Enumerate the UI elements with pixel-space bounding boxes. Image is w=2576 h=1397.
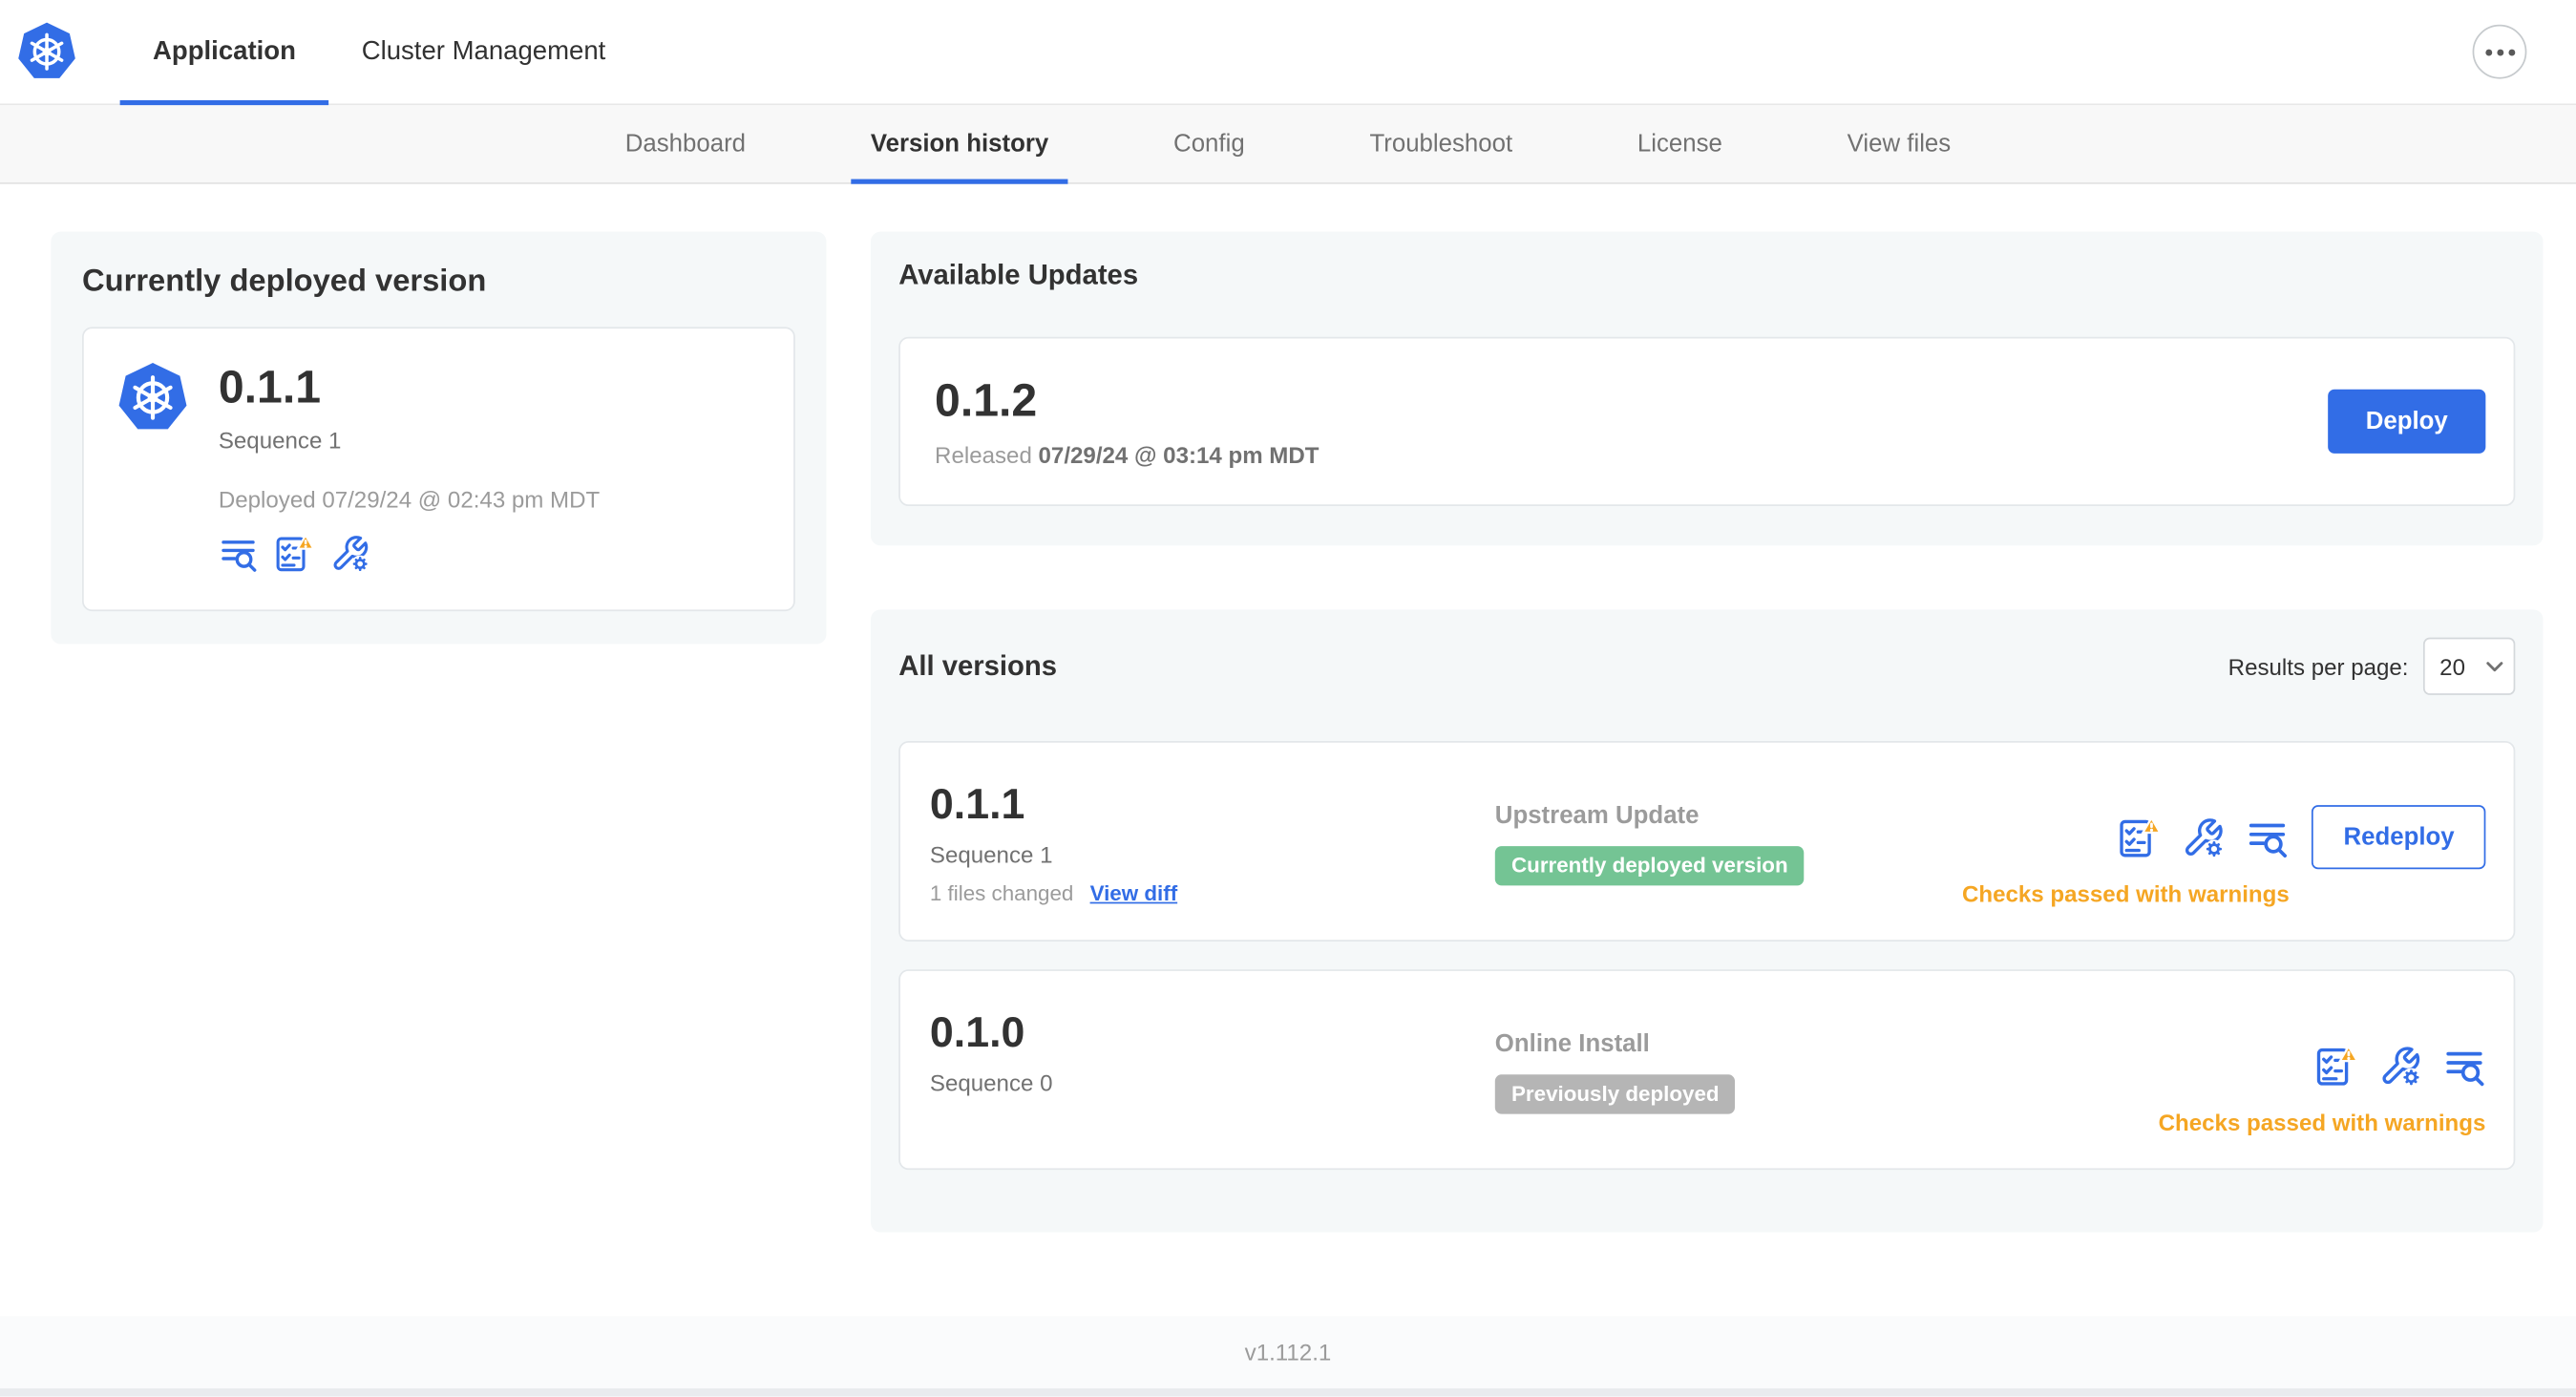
tab-cluster-management[interactable]: Cluster Management — [328, 0, 638, 103]
preflight-checks-warning-icon[interactable] — [2314, 1045, 2357, 1088]
app-subnav: Dashboard Version history Config Trouble… — [0, 105, 2576, 184]
available-updates-title: Available Updates — [898, 259, 1139, 291]
footer: v1.112.1 — [0, 1316, 2576, 1388]
version-actions: Checks passed with warnings — [2158, 1034, 2486, 1136]
subnav-view-files[interactable]: View files — [1827, 105, 1971, 182]
release-notes-icon[interactable] — [2247, 816, 2290, 859]
released-label: Released — [935, 442, 1032, 469]
release-notes-icon[interactable] — [2443, 1045, 2486, 1088]
bottom-edge — [0, 1387, 2576, 1397]
available-update-row: 0.1.2 Released 07/29/24 @ 03:14 pm MDT D… — [898, 336, 2516, 507]
current-version-actions — [219, 535, 761, 574]
update-info: 0.1.2 Released 07/29/24 @ 03:14 pm MDT — [935, 374, 1319, 468]
release-notes-icon[interactable] — [219, 535, 258, 574]
view-diff-link[interactable]: View diff — [1090, 881, 1178, 906]
released-date: 07/29/24 @ 03:14 pm MDT — [1038, 442, 1320, 469]
subnav-dashboard[interactable]: Dashboard — [605, 105, 766, 182]
top-nav-tabs: Application Cluster Management — [119, 0, 639, 106]
subnav-version-history[interactable]: Version history — [851, 105, 1069, 184]
left-column: Currently deployed version 0.1.1 Sequenc… — [51, 231, 827, 645]
tab-application[interactable]: Application — [119, 0, 329, 106]
update-released-timestamp: Released 07/29/24 @ 03:14 pm MDT — [935, 442, 1319, 469]
console-version: v1.112.1 — [1244, 1339, 1332, 1365]
results-per-page-select[interactable]: 20 — [2422, 637, 2516, 696]
version-actions: Checks passed with warnings Redeploy — [1962, 805, 2486, 907]
redeploy-button[interactable]: Redeploy — [2312, 805, 2486, 870]
version-info: 0.1.0 Sequence 0 — [930, 1007, 1495, 1096]
edit-config-icon[interactable] — [330, 535, 370, 574]
ellipsis-dot — [2496, 48, 2503, 55]
checks-column: Checks passed with warnings — [1962, 805, 2290, 907]
row-version-number: 0.1.1 — [929, 778, 1025, 829]
top-nav: Application Cluster Management — [0, 0, 2576, 106]
row-files: 1 files changed View diff — [930, 881, 1495, 906]
available-updates-card: Available Updates 0.1.2 Released 07/29/2… — [870, 231, 2544, 546]
all-versions-card: All versions Results per page: 20 0.1.1 … — [870, 609, 2544, 1233]
right-column: Available Updates 0.1.2 Released 07/29/2… — [870, 231, 2544, 1233]
all-versions-header: All versions Results per page: 20 — [898, 637, 2516, 696]
current-version-deployed-timestamp: Deployed 07/29/24 @ 02:43 pm MDT — [218, 486, 601, 514]
preflight-checks-warning-icon[interactable] — [2119, 816, 2162, 859]
version-action-icons — [2314, 1034, 2485, 1098]
current-version-number: 0.1.1 — [218, 361, 322, 413]
source-label: Online Install — [1494, 1030, 1650, 1059]
results-per-page-select-wrap: 20 — [2422, 637, 2516, 696]
edit-config-icon[interactable] — [2379, 1045, 2422, 1088]
brand[interactable] — [0, 0, 77, 103]
deploy-button[interactable]: Deploy — [2328, 389, 2486, 455]
app-window: Application Cluster Management Dashboard… — [0, 0, 2576, 1397]
row-sequence: Sequence 0 — [929, 1069, 1053, 1097]
preflight-checks-warning-icon[interactable] — [274, 535, 313, 574]
version-action-icons — [2119, 805, 2290, 869]
version-info: 0.1.1 Sequence 1 1 files changed View di… — [930, 779, 1495, 906]
check-status-text: Checks passed with warnings — [2158, 1109, 2486, 1136]
all-versions-title: All versions — [898, 649, 1058, 682]
subnav-troubleshoot[interactable]: Troubleshoot — [1350, 105, 1532, 182]
currently-deployed-card: Currently deployed version 0.1.1 Sequenc… — [51, 231, 827, 645]
checks-column: Checks passed with warnings — [2158, 1034, 2486, 1136]
currently-deployed-title: Currently deployed version — [82, 265, 487, 300]
deployed-status-badge: Previously deployed — [1494, 1074, 1736, 1114]
current-version-sequence: Sequence 1 — [218, 427, 342, 455]
kubernetes-logo-icon — [16, 21, 77, 82]
row-version-number: 0.1.0 — [929, 1007, 1025, 1057]
version-source: Upstream Update Currently deployed versi… — [1494, 779, 1962, 886]
files-changed-label: 1 files changed — [929, 880, 1074, 906]
version-row: 0.1.1 Sequence 1 1 files changed View di… — [898, 741, 2516, 942]
current-version-detail: 0.1.1 Sequence 1 Deployed 07/29/24 @ 02:… — [82, 327, 795, 612]
edit-config-icon[interactable] — [2183, 816, 2226, 859]
ellipsis-dot — [2507, 48, 2515, 55]
app-logo-icon — [116, 362, 189, 434]
topnav-spacer — [639, 0, 2473, 103]
update-version-number: 0.1.2 — [935, 374, 1038, 426]
source-label: Upstream Update — [1494, 802, 1700, 831]
row-sequence: Sequence 1 — [929, 841, 1053, 869]
subnav-config[interactable]: Config — [1153, 105, 1264, 182]
results-per-page-label: Results per page: — [2228, 653, 2409, 680]
main-content: Currently deployed version 0.1.1 Sequenc… — [0, 184, 2576, 1317]
results-per-page: Results per page: 20 — [2228, 637, 2516, 696]
deployed-status-badge: Currently deployed version — [1494, 846, 1805, 886]
version-source: Online Install Previously deployed — [1494, 1007, 2159, 1114]
ellipsis-dot — [2484, 48, 2492, 55]
subnav-license[interactable]: License — [1617, 105, 1742, 182]
more-menu-button[interactable] — [2472, 24, 2527, 79]
version-row: 0.1.0 Sequence 0 Online Install Previous… — [898, 969, 2516, 1171]
check-status-text: Checks passed with warnings — [1962, 880, 2290, 908]
